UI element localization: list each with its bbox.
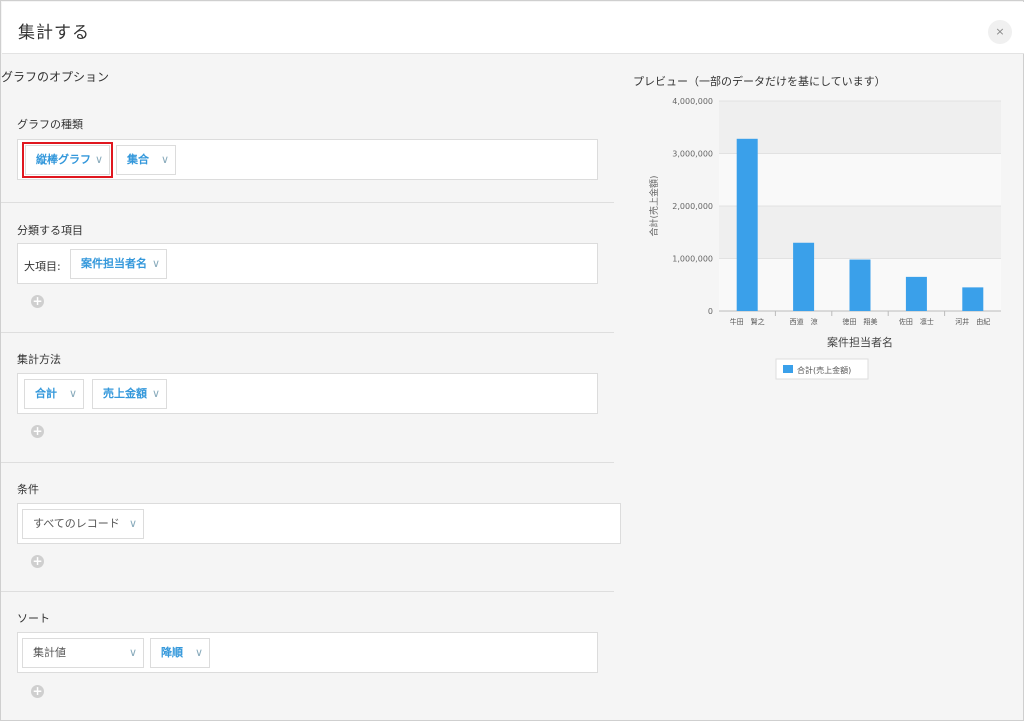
aggregation-func-select[interactable]: 合計 ∨ <box>24 379 84 409</box>
aggregation-field-value: 売上金額 <box>103 387 147 400</box>
aggregate-dialog: 集計する × グラフのオプション グラフの種類 縦棒グラフ ∨ 集合 ∨ 分類す… <box>0 0 1024 721</box>
legend-label: 合計(売上金額) <box>797 365 851 375</box>
y-axis-title: 合計(売上金額) <box>648 175 660 236</box>
add-grouping-icon[interactable]: + <box>31 295 44 308</box>
add-aggregation-icon[interactable]: + <box>31 425 44 438</box>
graph-type-value: 縦棒グラフ <box>36 153 91 166</box>
aggregation-field-select[interactable]: 売上金額 ∨ <box>92 379 167 409</box>
bar <box>736 138 758 311</box>
x-tick-label: 西道 涼 <box>790 317 818 326</box>
chevron-down-icon: ∨ <box>68 387 77 400</box>
options-title: グラフのオプション <box>1 70 110 84</box>
y-tick-label: 1,000,000 <box>672 255 713 264</box>
graph-type-select[interactable]: 縦棒グラフ ∨ <box>22 142 113 178</box>
major-item-select[interactable]: 案件担当者名 ∨ <box>70 249 167 279</box>
graph-mode-value: 集合 <box>127 153 149 166</box>
section-divider <box>1 202 614 203</box>
grid-band <box>719 206 1001 259</box>
dialog-header: 集計する × <box>2 2 1024 54</box>
add-condition-icon[interactable]: + <box>31 555 44 568</box>
condition-select[interactable]: すべてのレコード ∨ <box>22 509 144 539</box>
graph-type-label: グラフの種類 <box>17 118 83 131</box>
dialog-title: 集計する <box>18 23 90 43</box>
x-tick-label: 佐田 凛士 <box>899 317 934 326</box>
sort-box: 集計値 ∨ 降順 ∨ <box>17 632 598 673</box>
bar <box>793 242 815 311</box>
section-divider <box>1 462 614 463</box>
bar <box>849 259 871 311</box>
x-tick-label: 徳田 翔美 <box>843 317 878 326</box>
close-icon[interactable]: × <box>988 20 1012 44</box>
aggregation-func-value: 合計 <box>35 387 57 400</box>
bar <box>962 287 984 311</box>
chevron-down-icon: ∨ <box>151 257 160 270</box>
sort-order-select[interactable]: 降順 ∨ <box>150 638 210 668</box>
aggregation-label: 集計方法 <box>17 353 61 366</box>
chevron-down-icon: ∨ <box>94 153 103 166</box>
section-divider <box>1 332 614 333</box>
condition-label: 条件 <box>17 483 39 496</box>
major-item-label: 大項目: <box>24 260 61 273</box>
sort-by-select[interactable]: 集計値 ∨ <box>22 638 144 668</box>
sort-order-value: 降順 <box>161 646 183 659</box>
y-tick-label: 2,000,000 <box>672 202 713 211</box>
section-divider <box>1 591 614 592</box>
condition-value: すべてのレコード <box>33 517 120 530</box>
preview-title: プレビュー（一部のデータだけを基にしています） <box>633 75 886 88</box>
aggregation-box: 合計 ∨ 売上金額 ∨ <box>17 373 598 414</box>
chevron-down-icon: ∨ <box>128 646 137 659</box>
grid-band <box>719 101 1001 154</box>
y-tick-label: 4,000,000 <box>672 97 713 106</box>
condition-box: すべてのレコード ∨ <box>17 503 621 544</box>
legend-swatch <box>783 365 793 373</box>
x-tick-label: 牛田 賢之 <box>730 317 765 326</box>
chevron-down-icon: ∨ <box>151 387 160 400</box>
sort-by-value: 集計値 <box>33 646 66 659</box>
y-tick-label: 3,000,000 <box>672 150 713 159</box>
sort-label: ソート <box>17 612 50 625</box>
bar <box>905 276 927 311</box>
preview-panel: プレビュー（一部のデータだけを基にしています） 0 1,000,000 2,000,… <box>631 69 1006 401</box>
grouping-box: 大項目: 案件担当者名 ∨ <box>17 243 598 284</box>
chevron-down-icon: ∨ <box>128 517 137 530</box>
x-tick-label: 河井 由紀 <box>955 317 990 326</box>
add-sort-icon[interactable]: + <box>31 685 44 698</box>
grouping-label: 分類する項目 <box>17 224 83 237</box>
graph-mode-select[interactable]: 集合 ∨ <box>116 145 176 175</box>
grid-band <box>719 153 1001 206</box>
x-axis-title: 案件担当者名 <box>827 335 893 349</box>
chevron-down-icon: ∨ <box>160 153 169 166</box>
chevron-down-icon: ∨ <box>194 646 203 659</box>
preview-chart: 0 1,000,000 2,000,000 3,000,000 4,000,000 牛田 … <box>631 91 1006 401</box>
graph-type-box: 縦棒グラフ ∨ 集合 ∨ <box>17 139 598 180</box>
major-item-value: 案件担当者名 <box>81 257 147 270</box>
y-tick-label: 0 <box>708 307 713 316</box>
